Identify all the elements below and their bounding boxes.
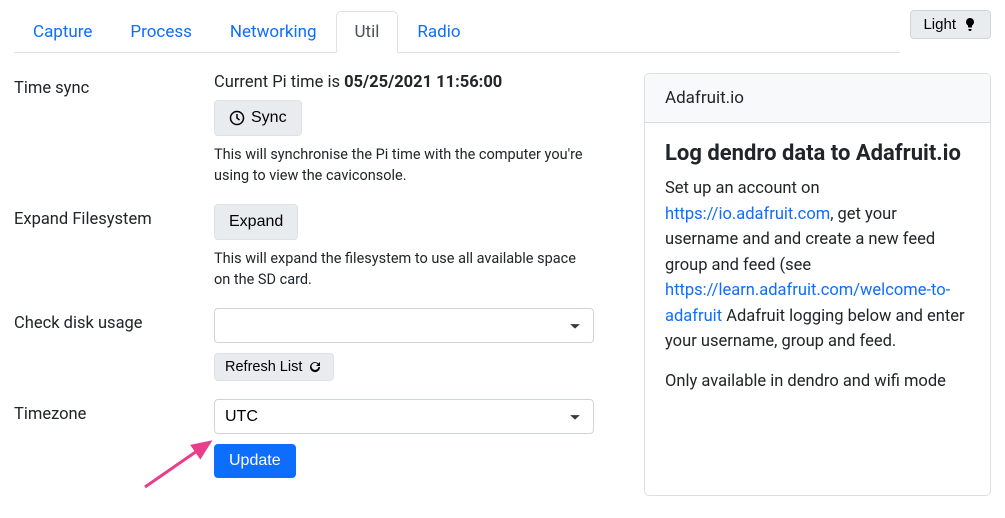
adafruit-card: Adafruit.io Log dendro data to Adafruit.… [644, 73, 991, 496]
tab-util[interactable]: Util [336, 11, 399, 53]
expand-fs-section: Expand Filesystem Expand This will expan… [14, 204, 614, 290]
disk-usage-label: Check disk usage [14, 308, 214, 333]
tab-radio[interactable]: Radio [398, 11, 479, 53]
timezone-section: Timezone UTC Update [14, 399, 614, 478]
expand-fs-help: This will expand the filesystem to use a… [214, 248, 594, 290]
adafruit-card-p1: Set up an account on https://io.adafruit… [665, 176, 970, 355]
tabs-nav: Capture Process Networking Util Radio [14, 10, 900, 53]
time-sync-section: Time sync Current Pi time is 05/25/2021 … [14, 73, 614, 186]
adafruit-card-title: Log dendro data to Adafruit.io [665, 141, 970, 166]
timezone-label: Timezone [14, 399, 214, 424]
expand-button[interactable]: Expand [214, 204, 298, 240]
theme-toggle-button[interactable]: Light [910, 10, 991, 39]
refresh-list-button[interactable]: Refresh List [214, 353, 334, 381]
tab-networking[interactable]: Networking [211, 11, 336, 53]
current-time-text: Current Pi time is 05/25/2021 11:56:00 [214, 73, 614, 92]
sync-button[interactable]: Sync [214, 100, 302, 136]
time-sync-help: This will synchronise the Pi time with t… [214, 144, 594, 186]
update-timezone-button[interactable]: Update [214, 444, 296, 478]
disk-usage-section: Check disk usage Refresh List [14, 308, 614, 381]
lightbulb-icon [962, 17, 978, 33]
time-sync-label: Time sync [14, 73, 214, 98]
expand-fs-label: Expand Filesystem [14, 204, 214, 229]
theme-toggle-label: Light [923, 16, 956, 33]
tab-process[interactable]: Process [111, 11, 210, 53]
adafruit-card-header: Adafruit.io [645, 74, 990, 123]
adafruit-io-link[interactable]: https://io.adafruit.com [665, 205, 830, 224]
timezone-select[interactable]: UTC [214, 399, 594, 434]
tab-capture[interactable]: Capture [14, 11, 111, 53]
current-time-value: 05/25/2021 11:56:00 [344, 73, 502, 92]
refresh-icon [307, 359, 323, 375]
clock-icon [229, 110, 245, 126]
adafruit-card-p2: Only available in dendro and wifi mode [665, 369, 970, 395]
disk-usage-select[interactable] [214, 308, 594, 343]
